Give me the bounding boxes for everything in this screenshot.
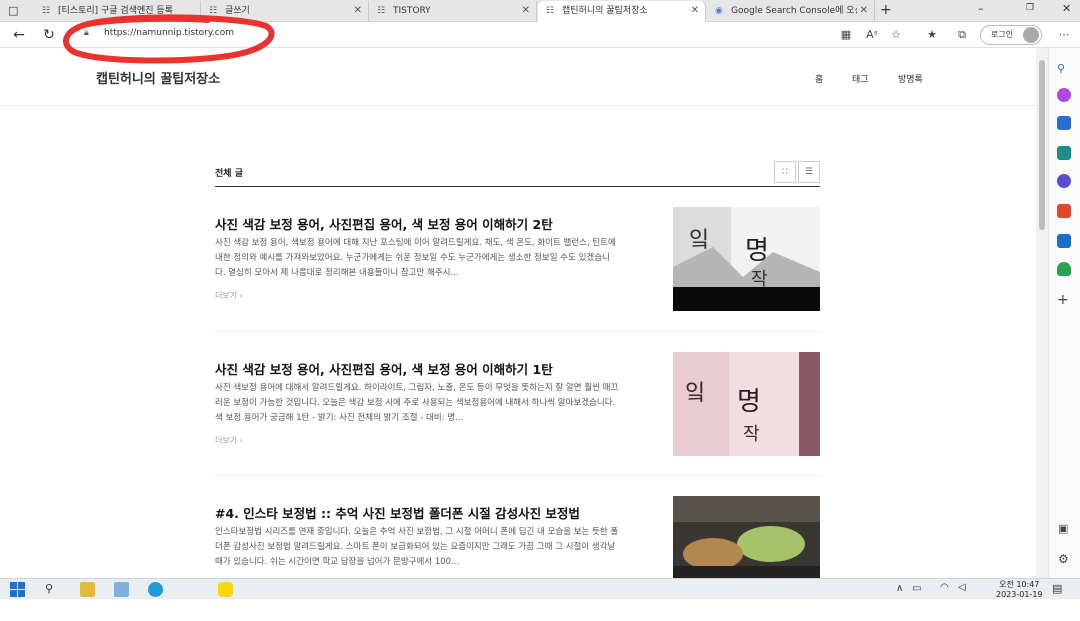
nav-home[interactable]: 홈 [815,72,823,85]
minimize-icon[interactable]: – [978,2,984,15]
shopping-tag-icon[interactable] [1057,116,1071,130]
edge-browser-icon[interactable] [148,582,163,597]
post-title[interactable]: #4. 인스타 보정법 :: 추억 사진 보정법 폴더폰 시절 감성사진 보정법 [215,503,580,522]
post-item[interactable]: 사진 색감 보정 용어, 사진편집 용어, 색 보정 용어 이해하기 2탄 사진… [215,207,820,332]
search-icon[interactable]: ⚲ [45,582,60,597]
tools-icon[interactable] [1057,146,1071,160]
read-aloud-icon[interactable]: Aˢ [864,27,880,43]
copilot-icon[interactable] [1057,88,1071,102]
blog-header: 캡틴허니의 꿀팁저장소 홈 태그 방명록 [0,48,1036,106]
more-label: 더보기 [215,291,238,300]
close-tab-icon[interactable]: ✕ [860,1,868,21]
tab-3[interactable]: ☷ 캡틴허니의 꿀팁저장소 ✕ [538,1,706,22]
drop-icon[interactable] [1057,262,1071,276]
post-thumbnail[interactable]: 잌 명 작 [673,352,820,456]
qr-icon[interactable]: ▦ [838,27,854,43]
restore-icon[interactable]: ❐ [1026,3,1034,13]
tistory-favicon-icon: ☷ [546,6,555,16]
more-label: 더보기 [215,436,238,445]
grid-view-button[interactable]: ∷ [774,161,796,183]
app-icon[interactable] [114,582,129,597]
new-tab-icon[interactable]: + [880,2,892,18]
post-title[interactable]: 사진 색감 보정 용어, 사진편집 용어, 색 보정 용어 이해하기 2탄 [215,214,553,233]
list-view-button[interactable]: ☰ [798,161,820,183]
svg-text:작: 작 [743,424,760,445]
close-tab-icon[interactable]: ✕ [691,1,699,21]
more-menu-icon[interactable]: ⋯ [1056,27,1072,43]
scrollbar-thumb[interactable] [1039,60,1045,230]
post-item[interactable]: #4. 인스타 보정법 :: 추억 사진 보정법 폴더폰 시절 감성사진 보정법… [215,496,820,621]
notification-icon[interactable]: ▤ [1052,582,1062,595]
close-window-icon[interactable]: ✕ [1062,2,1071,15]
post-excerpt: 사진 색보정 용어에 대해서 알려드릴게요. 하이라이트, 그림자, 노출, 온… [215,383,619,423]
post-divider [215,331,820,332]
tab-label: 캡틴허니의 꿀팁저장소 [562,6,648,16]
favorite-add-icon[interactable]: ☆ [888,27,904,43]
edge-sidebar: ⚲ + ▣ ⚙ [1048,48,1080,578]
nav-tag[interactable]: 태그 [852,72,869,85]
svg-text:작: 작 [751,269,768,290]
tab-label: Google Search Console에 오신 것을 [731,6,857,16]
back-icon[interactable]: ← [10,26,28,44]
wifi-icon[interactable]: ◠ [940,582,949,593]
post-title[interactable]: 사진 색감 보정 용어, 사진편집 용어, 색 보정 용어 이해하기 1탄 [215,359,553,378]
kakaotalk-icon[interactable] [218,582,233,597]
tab-actions-icon[interactable]: □ [8,4,22,18]
svg-text:잌: 잌 [689,228,709,253]
nav-guestbook[interactable]: 방명록 [898,72,923,85]
post-thumbnail[interactable]: 잌 명 작 [673,207,820,311]
tray-chevron-up-icon[interactable]: ∧ [896,583,903,594]
more-link[interactable]: 더보기 › [215,435,243,446]
clock-time: 오전 10:47 [999,580,1040,589]
search-icon[interactable]: ⚲ [1057,62,1071,76]
post-divider [215,475,820,476]
page-scrollbar[interactable] [1036,48,1048,578]
windows-start-icon[interactable] [10,582,25,597]
blog-title[interactable]: 캡틴허니의 꿀팁저장소 [96,68,220,87]
favorites-icon[interactable]: ★ [924,27,940,43]
settings-gear-icon[interactable]: ⚙ [1058,552,1069,566]
tistory-favicon-icon: ☷ [377,6,386,16]
sidebar-layout-icon[interactable]: ▣ [1058,522,1068,535]
volume-icon[interactable]: ◁ [958,582,966,593]
tab-2[interactable]: ☷ TISTORY ✕ [369,1,537,22]
more-link[interactable]: 더보기 › [215,290,243,301]
outlook-icon[interactable] [1057,234,1071,248]
file-explorer-icon[interactable] [80,582,95,597]
add-sidebar-icon[interactable]: + [1057,292,1069,308]
office-icon[interactable] [1057,204,1071,218]
svg-text:명: 명 [745,236,769,266]
windows-taskbar: ⚲ ∧ ▭ ◠ ◁ 오전 10:47 2023-01-19 ▤ [0,578,1080,599]
close-tab-icon[interactable]: ✕ [522,1,530,21]
games-icon[interactable] [1057,174,1071,188]
svg-text:잌: 잌 [685,381,705,406]
list-divider [215,186,820,187]
refresh-icon[interactable]: ↻ [40,26,58,44]
chevron-right-icon: › [239,436,243,445]
svg-text:명: 명 [737,387,761,417]
tab-4[interactable]: ◉ Google Search Console에 오신 것을 ✕ [707,1,875,22]
network-icon[interactable]: ▭ [912,583,921,594]
list-heading: 전체 글 [215,169,243,179]
profile-avatar-icon [1023,27,1039,43]
close-tab-icon[interactable]: ✕ [354,1,362,21]
post-item[interactable]: 사진 색감 보정 용어, 사진편집 용어, 색 보정 용어 이해하기 1탄 사진… [215,352,820,477]
system-clock[interactable]: 오전 10:47 2023-01-19 [996,580,1043,600]
chevron-right-icon: › [239,291,243,300]
post-excerpt: 인스타보정법 시리즈를 연재 중입니다. 오늘은 추억 사진 보정법, 그 시절… [215,527,619,567]
collections-icon[interactable]: ⧉ [954,27,970,43]
post-thumbnail[interactable] [673,496,820,578]
google-favicon-icon: ◉ [715,6,723,16]
tistory-favicon-icon: ☷ [42,6,51,16]
post-excerpt: 사진 색감 보정 용어, 색보정 용어에 대해 지난 포스팅에 이어 알려드릴게… [215,238,616,278]
tab-label: TISTORY [393,6,431,16]
login-label: 로그인 [991,30,1014,39]
login-button[interactable]: 로그인 [980,25,1042,45]
